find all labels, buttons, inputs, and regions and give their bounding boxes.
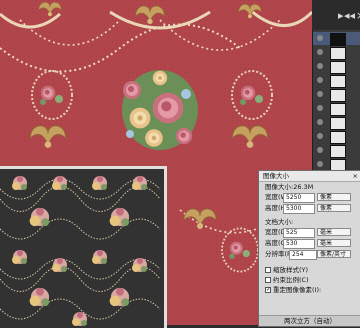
eye-icon[interactable] bbox=[317, 147, 323, 153]
eye-icon[interactable] bbox=[317, 133, 323, 139]
layer-thumbnail bbox=[330, 61, 346, 74]
scale-styles-checkbox[interactable] bbox=[265, 267, 271, 273]
play-icon[interactable]: ▸ bbox=[338, 10, 344, 22]
resample-option[interactable]: 重定图像像素(I): bbox=[265, 285, 322, 295]
layer-thumbnail bbox=[330, 33, 346, 46]
doc-size-label: 文档大小: bbox=[265, 218, 294, 226]
layer-thumbnail bbox=[330, 131, 346, 144]
layer-row[interactable] bbox=[313, 116, 360, 130]
layer-thumbnail bbox=[330, 117, 346, 130]
collapse-icon[interactable]: ◂◂ bbox=[344, 10, 355, 22]
constrain-checkbox[interactable] bbox=[265, 277, 271, 283]
height-unit-select[interactable]: 像素 bbox=[317, 204, 351, 212]
eye-icon[interactable] bbox=[317, 91, 323, 97]
resolution-value: 254 bbox=[292, 251, 304, 258]
eye-icon[interactable] bbox=[317, 77, 323, 83]
resolution-field[interactable]: 254 bbox=[289, 250, 317, 260]
pattern-preview bbox=[0, 166, 167, 328]
width-value: 5250 bbox=[286, 194, 302, 201]
eye-icon[interactable] bbox=[317, 63, 323, 69]
eye-icon[interactable] bbox=[317, 105, 323, 111]
width-unit-select[interactable]: 像素 bbox=[317, 193, 351, 201]
doc-width-value: 525 bbox=[286, 229, 298, 236]
scale-styles-label: 缩放样式(Y) bbox=[273, 266, 309, 274]
layer-row[interactable] bbox=[313, 32, 360, 46]
width-field[interactable]: 5250 bbox=[283, 193, 315, 203]
layer-row[interactable] bbox=[313, 88, 360, 102]
eye-icon[interactable] bbox=[317, 119, 323, 125]
dialog-title: 图像大小 bbox=[259, 171, 360, 182]
layer-thumbnail bbox=[330, 145, 346, 158]
layer-thumbnail bbox=[330, 47, 346, 60]
layer-row[interactable] bbox=[313, 102, 360, 116]
image-size-dialog: 图像大小 × 图像大小:26.3M 宽度(W): 5250 像素 高度(H): … bbox=[258, 170, 360, 327]
constrain-option[interactable]: 约束比例(C) bbox=[265, 276, 309, 285]
image-size-label: 图像大小:26.3M bbox=[265, 183, 314, 191]
doc-width-unit-select[interactable]: 毫米 bbox=[317, 228, 351, 236]
resample-method-select[interactable]: 两次立方（自动） bbox=[259, 315, 360, 326]
panel-header: ▸ ◂◂ × bbox=[304, 0, 360, 32]
layer-row[interactable] bbox=[313, 144, 360, 158]
resample-checkbox[interactable] bbox=[265, 285, 271, 294]
layer-thumbnail bbox=[330, 103, 346, 116]
layer-row[interactable] bbox=[313, 46, 360, 60]
layer-thumbnail bbox=[330, 89, 346, 102]
close-icon[interactable]: × bbox=[356, 10, 360, 22]
layer-thumbnail bbox=[330, 75, 346, 88]
layer-row[interactable] bbox=[313, 130, 360, 144]
resample-label: 重定图像像素(I): bbox=[273, 286, 322, 294]
scale-styles-option[interactable]: 缩放样式(Y) bbox=[265, 266, 308, 275]
dark-damask-pattern bbox=[0, 169, 164, 328]
constrain-label: 约束比例(C) bbox=[273, 276, 309, 284]
doc-height-unit-select[interactable]: 毫米 bbox=[317, 239, 351, 247]
doc-width-field[interactable]: 525 bbox=[283, 228, 315, 238]
layer-row[interactable] bbox=[313, 74, 360, 88]
height-field[interactable]: 5300 bbox=[283, 204, 315, 214]
doc-height-field[interactable]: 530 bbox=[283, 239, 315, 249]
resolution-unit-select[interactable]: 像素/英寸 bbox=[317, 250, 351, 258]
eye-icon[interactable] bbox=[317, 49, 323, 55]
layers-panel bbox=[312, 30, 360, 177]
doc-height-value: 530 bbox=[286, 240, 298, 247]
eye-icon[interactable] bbox=[317, 161, 323, 167]
layer-row[interactable] bbox=[313, 60, 360, 74]
close-icon[interactable]: × bbox=[353, 171, 358, 181]
height-value: 5300 bbox=[286, 205, 302, 212]
eye-icon[interactable] bbox=[317, 35, 323, 41]
